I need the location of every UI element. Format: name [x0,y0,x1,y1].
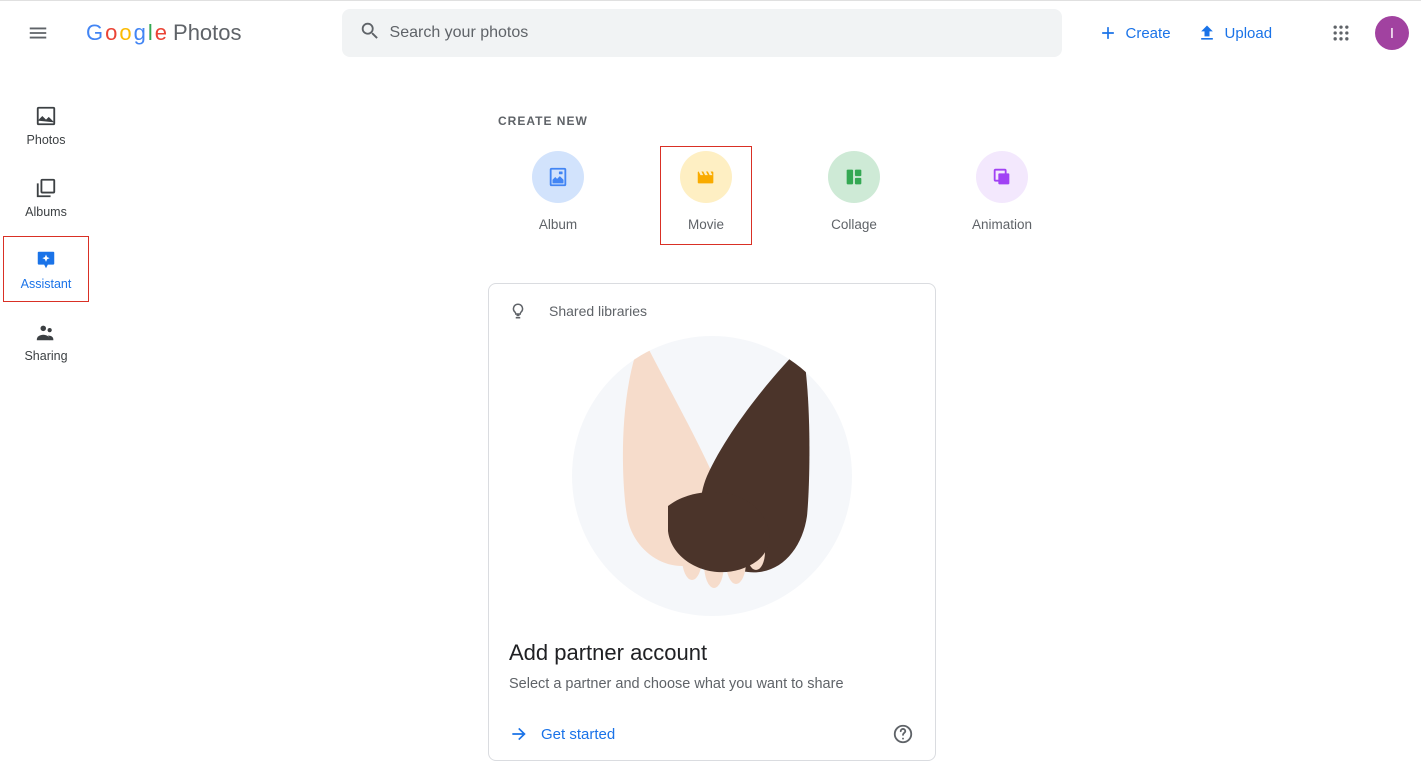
avatar-initial: I [1390,25,1394,42]
apps-grid-icon [1331,23,1351,43]
create-option-label: Movie [688,217,724,232]
photos-icon [35,105,57,127]
upload-button[interactable]: Upload [1187,15,1283,51]
search-icon [350,20,390,47]
albums-icon [35,177,57,199]
app-header: Google Photos Create Upload I [0,1,1421,65]
assistant-icon [35,249,57,271]
upload-button-label: Upload [1225,25,1273,42]
card-title: Add partner account [509,640,915,666]
google-apps-button[interactable] [1321,13,1361,53]
holding-hands-icon [572,336,852,616]
shared-libraries-card: Shared libraries Add partner account Sel… [488,283,936,761]
card-hero-illustration [572,336,852,616]
movie-icon [680,151,732,203]
account-avatar[interactable]: I [1375,16,1409,50]
card-tag: Shared libraries [509,302,915,320]
arrow-right-icon [509,724,529,744]
create-new-heading: CREATE NEW [498,114,1421,128]
create-option-label: Animation [972,217,1032,232]
header-actions: Create Upload [1088,15,1283,51]
lightbulb-icon [509,302,527,320]
sharing-icon [35,321,57,343]
upload-icon [1197,23,1217,43]
help-button[interactable] [891,722,915,746]
sidebar-item-label: Photos [27,133,66,147]
sidebar-item-label: Sharing [24,349,67,363]
app-logo[interactable]: Google Photos [86,20,242,46]
create-new-options: Album Movie Collage Animation [512,146,1421,245]
create-option-album[interactable]: Album [512,146,604,245]
search-bar[interactable] [342,9,1062,57]
create-option-animation[interactable]: Animation [956,146,1048,245]
card-subtitle: Select a partner and choose what you wan… [509,676,915,692]
collage-icon [828,151,880,203]
app-logo-product: Photos [173,20,242,46]
album-icon [532,151,584,203]
card-tag-label: Shared libraries [549,303,647,319]
sidebar-item-label: Assistant [21,277,72,291]
sidebar-item-photos[interactable]: Photos [3,92,89,158]
animation-icon [976,151,1028,203]
create-option-collage[interactable]: Collage [808,146,900,245]
create-option-label: Album [539,217,577,232]
plus-icon [1098,23,1118,43]
sidebar-item-label: Albums [25,205,67,219]
get-started-button[interactable]: Get started [509,724,615,744]
card-footer: Get started [509,722,915,746]
create-option-label: Collage [831,217,877,232]
sidebar-item-sharing[interactable]: Sharing [3,308,89,374]
get-started-label: Get started [541,726,615,743]
main-content: CREATE NEW Album Movie Collage Animation [92,92,1421,745]
sidebar-item-assistant[interactable]: Assistant [3,236,89,302]
create-button-label: Create [1126,25,1171,42]
sidebar-item-albums[interactable]: Albums [3,164,89,230]
hamburger-icon [27,22,49,44]
create-button[interactable]: Create [1088,15,1181,51]
main-menu-button[interactable] [14,9,62,57]
search-input[interactable] [390,24,1054,42]
header-right: I [1321,13,1409,53]
help-icon [892,723,914,745]
sidebar: Photos Albums Assistant Sharing [0,92,92,374]
create-option-movie[interactable]: Movie [660,146,752,245]
